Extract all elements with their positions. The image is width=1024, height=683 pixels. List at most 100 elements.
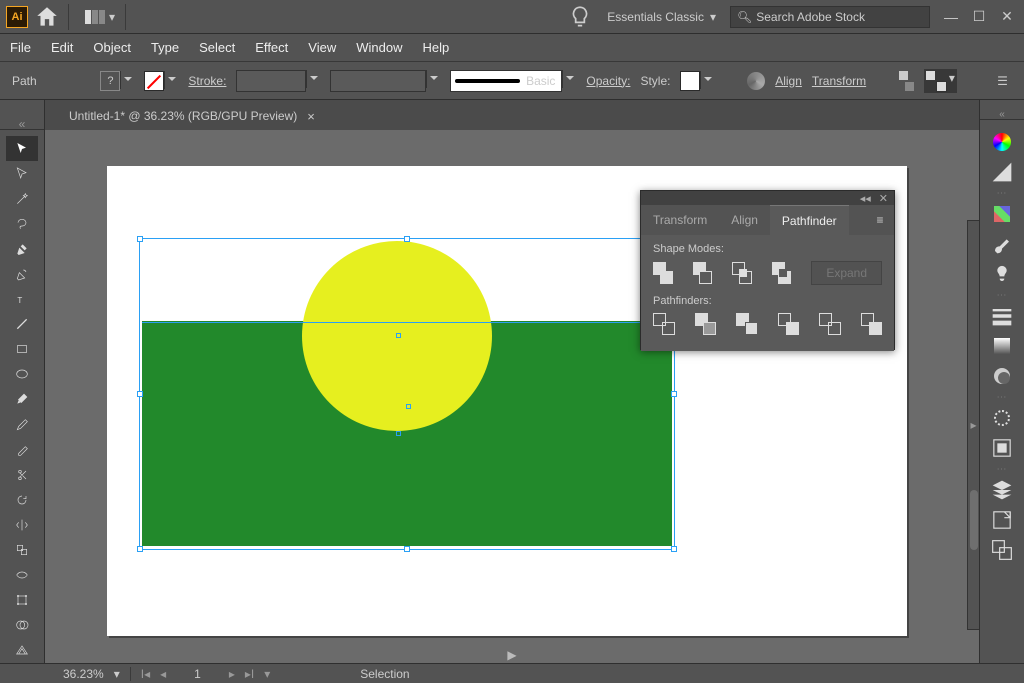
graphic-styles-panel-icon[interactable] <box>988 434 1016 462</box>
line-segment-tool[interactable] <box>6 312 38 337</box>
home-icon[interactable] <box>34 4 60 30</box>
workspace-switcher[interactable]: Essentials Classic▾ <box>607 10 716 24</box>
width-tool[interactable] <box>6 563 38 588</box>
menu-view[interactable]: View <box>308 40 336 55</box>
zoom-dropdown-icon[interactable]: ▾ <box>114 667 120 681</box>
menu-edit[interactable]: Edit <box>51 40 73 55</box>
panel-close-icon[interactable]: ✕ <box>879 192 888 205</box>
first-artboard-icon[interactable]: I◂ <box>141 667 150 681</box>
scale-tool[interactable] <box>6 538 38 563</box>
fill-swatch[interactable]: ? <box>100 71 120 91</box>
menu-type[interactable]: Type <box>151 40 179 55</box>
menu-file[interactable]: File <box>10 40 31 55</box>
panel-header[interactable]: ◂◂ ✕ <box>641 191 894 205</box>
stroke-weight[interactable] <box>236 70 306 92</box>
select-similar-icon[interactable] <box>926 71 946 91</box>
tab-pathfinder[interactable]: Pathfinder <box>770 205 849 235</box>
menu-object[interactable]: Object <box>93 40 131 55</box>
eraser-tool[interactable] <box>6 437 38 462</box>
minimize-button[interactable]: — <box>944 10 958 24</box>
unite-icon[interactable] <box>653 262 673 284</box>
isolate-object-icon[interactable] <box>899 71 914 91</box>
fill-dropdown[interactable] <box>120 71 134 89</box>
type-tool[interactable]: T <box>6 287 38 312</box>
pencil-tool[interactable] <box>6 412 38 437</box>
artboard-number[interactable]: 1 <box>176 667 219 681</box>
arrange-documents-icon[interactable]: ▾ <box>83 4 117 30</box>
adobe-stock-search[interactable]: 🔍︎ Search Adobe Stock <box>730 6 930 28</box>
intersect-icon[interactable] <box>732 262 752 284</box>
color-panel-icon[interactable] <box>988 128 1016 156</box>
right-dock-expand-icon[interactable]: « <box>980 110 1024 120</box>
maximize-button[interactable]: ☐ <box>972 10 986 24</box>
panel-menu-icon[interactable]: ≡ <box>866 205 894 235</box>
rectangle-tool[interactable] <box>6 337 38 362</box>
selection-tool[interactable] <box>6 136 38 161</box>
minus-front-icon[interactable] <box>693 262 713 284</box>
scissors-tool[interactable] <box>6 462 38 487</box>
recolor-artwork-icon[interactable] <box>746 68 765 94</box>
graphic-style-swatch[interactable] <box>680 71 700 91</box>
merge-icon[interactable] <box>736 313 758 335</box>
transparency-panel-icon[interactable] <box>988 362 1016 390</box>
opacity-label[interactable]: Opacity: <box>586 74 630 88</box>
outline-icon[interactable] <box>819 313 841 335</box>
stroke-swatch[interactable] <box>144 71 164 91</box>
minus-back-icon[interactable] <box>861 313 883 335</box>
artboard-nav-dropdown[interactable]: ▾ <box>264 667 270 681</box>
shape-builder-tool[interactable] <box>6 613 38 638</box>
variable-width-profile[interactable] <box>330 70 426 92</box>
stroke-panel-icon[interactable] <box>988 302 1016 330</box>
asset-export-panel-icon[interactable] <box>988 506 1016 534</box>
lasso-tool[interactable] <box>6 211 38 236</box>
document-tab[interactable]: Untitled-1* @ 36.23% (RGB/GPU Preview) × <box>55 102 329 130</box>
tools-expand-icon[interactable]: « <box>0 118 44 130</box>
brushes-panel-icon[interactable] <box>988 230 1016 258</box>
horizontal-scroll-thumb[interactable]: ▶ <box>507 648 516 662</box>
pen-tool[interactable] <box>6 236 38 261</box>
next-artboard-icon[interactable]: ▸ <box>229 667 235 681</box>
symbols-panel-icon[interactable] <box>988 260 1016 288</box>
zoom-level[interactable]: 36.23% <box>63 667 104 681</box>
color-guide-panel-icon[interactable] <box>988 158 1016 186</box>
exclude-icon[interactable] <box>772 262 792 284</box>
tab-align[interactable]: Align <box>719 205 770 235</box>
align-label[interactable]: Align <box>775 74 802 88</box>
panel-collapse-icon[interactable]: ◂◂ <box>860 192 871 205</box>
curvature-tool[interactable] <box>6 261 38 286</box>
menu-select[interactable]: Select <box>199 40 235 55</box>
last-artboard-icon[interactable]: ▸I <box>245 667 254 681</box>
magic-wand-tool[interactable] <box>6 186 38 211</box>
gradient-panel-icon[interactable] <box>988 332 1016 360</box>
close-button[interactable]: ✕ <box>1000 10 1014 24</box>
menu-window[interactable]: Window <box>356 40 402 55</box>
transform-label[interactable]: Transform <box>812 74 866 88</box>
trim-icon[interactable] <box>695 313 717 335</box>
close-tab-icon[interactable]: × <box>307 109 315 124</box>
control-panel-menu-icon[interactable]: ☰ <box>993 68 1012 94</box>
brush-definition[interactable]: Basic <box>450 70 562 92</box>
lightbulb-icon[interactable] <box>567 4 593 30</box>
layers-panel-icon[interactable] <box>988 476 1016 504</box>
divide-icon[interactable] <box>653 313 675 335</box>
paintbrush-tool[interactable] <box>6 387 38 412</box>
stroke-dropdown[interactable] <box>164 71 178 89</box>
direct-selection-tool[interactable] <box>6 161 38 186</box>
right-dock-collapse[interactable]: ▸ <box>967 220 979 630</box>
artboards-panel-icon[interactable] <box>988 536 1016 564</box>
ellipse-tool[interactable] <box>6 362 38 387</box>
stroke-label[interactable]: Stroke: <box>188 74 226 88</box>
tab-transform[interactable]: Transform <box>641 205 719 235</box>
menu-help[interactable]: Help <box>422 40 449 55</box>
prev-artboard-icon[interactable]: ◂ <box>160 667 166 681</box>
pathfinder-panel[interactable]: ◂◂ ✕ Transform Align Pathfinder ≡ Shape … <box>640 190 895 350</box>
appearance-panel-icon[interactable] <box>988 404 1016 432</box>
menu-effect[interactable]: Effect <box>255 40 288 55</box>
free-transform-tool[interactable] <box>6 588 38 613</box>
right-dock-scrollbar[interactable] <box>970 490 978 550</box>
reflect-tool[interactable] <box>6 512 38 537</box>
swatches-panel-icon[interactable] <box>988 200 1016 228</box>
crop-icon[interactable] <box>778 313 800 335</box>
rotate-tool[interactable] <box>6 487 38 512</box>
perspective-grid-tool[interactable] <box>6 638 38 663</box>
